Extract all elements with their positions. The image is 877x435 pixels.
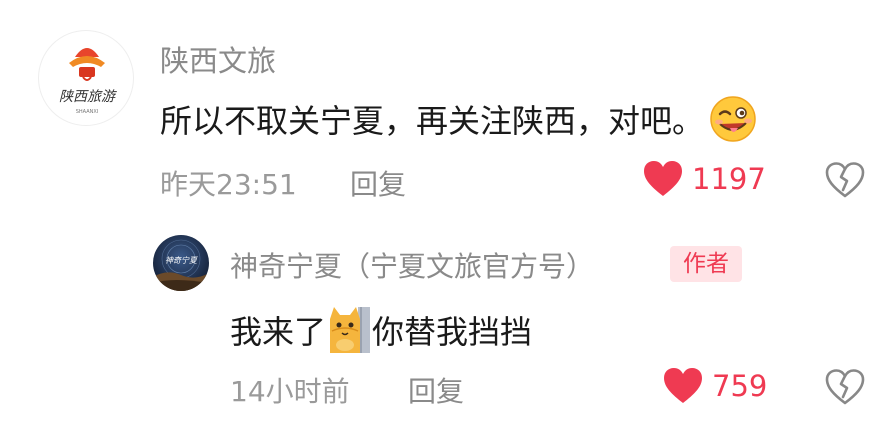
reply-item: 神奇宁夏 神奇宁夏（宁夏文旅官方号） 作者 我来了 你替我挡挡 14小时前 回复… [0, 215, 877, 435]
svg-text:SHAANXI: SHAANXI [76, 109, 99, 115]
ningxia-night-sky-avatar-icon: 神奇宁夏 [153, 235, 209, 291]
dislike-button[interactable] [825, 162, 865, 202]
reply-text-before: 我来了 [230, 313, 327, 351]
avatar[interactable]: 陕西旅游 SHAANXI [38, 30, 134, 126]
broken-heart-icon [825, 369, 865, 405]
comment-text: 所以不取关宁夏，再关注陕西，对吧。 [160, 94, 758, 144]
reply-button[interactable]: 回复 [350, 163, 406, 203]
heart-icon [664, 368, 702, 403]
like-count: 759 [712, 369, 768, 403]
dislike-button[interactable] [825, 369, 865, 409]
like-button[interactable]: 1197 [642, 160, 766, 198]
heart-icon [644, 161, 682, 196]
svg-text:神奇宁夏: 神奇宁夏 [165, 256, 198, 265]
reply-text-after: 你替我挡挡 [372, 313, 533, 351]
svg-text:陕西旅游: 陕西旅游 [59, 89, 117, 105]
broken-heart-icon [825, 162, 865, 198]
like-count: 1197 [692, 162, 766, 196]
cat-peeking-sticker-icon [328, 305, 371, 355]
shaanxi-tourism-logo-icon: 陕西旅游 SHAANXI [59, 48, 117, 115]
reply-text: 我来了 你替我挡挡 [230, 305, 532, 355]
reply-timestamp: 14小时前 [230, 375, 350, 408]
reply-username[interactable]: 神奇宁夏（宁夏文旅官方号） [230, 245, 594, 285]
comment-item: 陕西旅游 SHAANXI 陕西文旅 所以不取关宁夏，再关注陕西，对吧。 昨天23… [0, 0, 877, 215]
like-button[interactable]: 759 [662, 367, 767, 405]
reply-button[interactable]: 回复 [408, 370, 464, 410]
author-badge: 作者 [670, 246, 742, 282]
comment-username[interactable]: 陕西文旅 [160, 38, 276, 80]
wink-tongue-emoji-icon [708, 94, 758, 144]
avatar[interactable]: 神奇宁夏 [153, 235, 209, 291]
comment-text-content: 所以不取关宁夏，再关注陕西，对吧。 [160, 102, 705, 140]
comment-timestamp: 昨天23:51 [160, 168, 297, 201]
